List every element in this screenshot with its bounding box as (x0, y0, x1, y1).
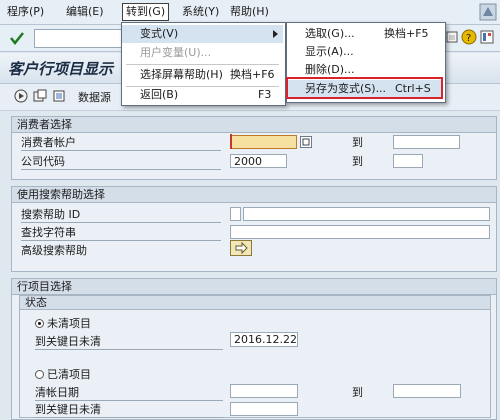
search-help-id-input[interactable] (230, 207, 241, 221)
search-string-input[interactable] (230, 225, 490, 239)
print-icon[interactable] (445, 29, 459, 45)
goto-selection-help-label: 选择屏幕帮助(H) (140, 68, 223, 81)
advanced-search-label: 高级搜索帮助 (21, 244, 87, 257)
search-help-id-label: 搜索帮助 ID (21, 207, 221, 223)
clearing-date-to-input[interactable] (393, 384, 461, 398)
open-items-label: 未清项目 (47, 317, 91, 330)
cleared-key-date-input[interactable] (230, 402, 298, 416)
selection-options-icon[interactable] (52, 89, 66, 103)
variant-get-label: 选取(G)... (305, 27, 355, 40)
save-as-highlight-box (286, 77, 443, 99)
goto-user-variables-label: 用户变量(U)... (140, 46, 212, 59)
svg-text:?: ? (466, 33, 471, 44)
search-help-id-text (243, 207, 490, 221)
cleared-items-radio[interactable] (35, 370, 44, 379)
variant-get-shortcut: 换档+F5 (384, 27, 429, 40)
variant-display-item[interactable]: 显示(A)... (287, 43, 443, 61)
get-variant-icon[interactable] (33, 89, 47, 103)
page-title: 客户行项目显示 (8, 60, 114, 78)
goto-selection-help-item[interactable]: 选择屏幕帮助(H) 换档+F6 (122, 66, 283, 84)
open-key-date-label: 到关键日未清 (35, 334, 223, 350)
sap-logo-icon (476, 0, 500, 24)
open-key-date-input[interactable]: 2016.12.22 (230, 332, 298, 347)
menu-separator (126, 64, 279, 65)
search-help-title: 使用搜索帮助选择 (12, 187, 496, 203)
company-code-to-input[interactable] (393, 154, 423, 168)
company-to-label: 到 (352, 155, 363, 168)
menu-edit[interactable]: 编辑(E) (63, 4, 107, 20)
search-string-label: 查找字符串 (21, 225, 221, 241)
execute-icon[interactable] (14, 89, 28, 103)
clearing-date-from-input[interactable] (230, 384, 298, 398)
variant-get-item[interactable]: 选取(G)... 换档+F5 (287, 25, 443, 43)
account-to-label: 到 (352, 136, 363, 149)
variant-display-label: 显示(A)... (305, 45, 354, 58)
command-field[interactable] (34, 29, 122, 48)
account-label: 消费者帐户 (21, 135, 221, 151)
advanced-search-button[interactable] (230, 240, 252, 256)
goto-back-label: 返回(B) (140, 88, 179, 101)
menu-help[interactable]: 帮助(H) (227, 4, 272, 20)
goto-variant-item[interactable]: 变式(V) (122, 25, 283, 43)
text-cursor (230, 134, 232, 149)
open-items-radio[interactable] (35, 319, 44, 328)
cleared-items-label: 已清项目 (47, 368, 91, 381)
submenu-arrow-icon (272, 25, 280, 43)
menu-program[interactable]: 程序(P) (4, 4, 47, 20)
goto-user-variables-item[interactable]: 用户变量(U)... (122, 44, 283, 62)
company-code-label: 公司代码 (21, 154, 221, 170)
menu-system[interactable]: 系统(Y) (179, 4, 222, 20)
line-item-title: 行项目选择 (12, 279, 496, 295)
help-icon[interactable]: ? (461, 29, 477, 45)
customer-account-to-input[interactable] (393, 135, 460, 149)
enter-check-icon[interactable] (9, 30, 25, 46)
layout-icon[interactable] (479, 29, 495, 45)
goto-selection-help-shortcut: 换档+F6 (230, 68, 275, 81)
goto-back-item[interactable]: 返回(B) F3 (122, 86, 283, 104)
clearing-date-to-label: 到 (352, 386, 363, 399)
company-code-from-input[interactable]: 2000 (230, 154, 287, 168)
clearing-date-label: 清帐日期 (35, 385, 223, 401)
goto-menu: 变式(V) 用户变量(U)... 选择屏幕帮助(H) 换档+F6 返回(B) F… (121, 22, 286, 106)
menu-goto[interactable]: 转到(G) (122, 3, 170, 21)
goto-back-shortcut: F3 (258, 88, 272, 101)
status-title: 状态 (20, 296, 490, 310)
arrow-right-icon (235, 241, 248, 255)
customer-selection-title: 消费者选择 (12, 117, 496, 133)
customer-account-from-input[interactable] (230, 135, 297, 149)
data-source-button[interactable]: 数据源 (78, 90, 111, 105)
goto-variant-label: 变式(V) (140, 27, 179, 40)
multiple-selection-icon[interactable] (300, 136, 312, 148)
